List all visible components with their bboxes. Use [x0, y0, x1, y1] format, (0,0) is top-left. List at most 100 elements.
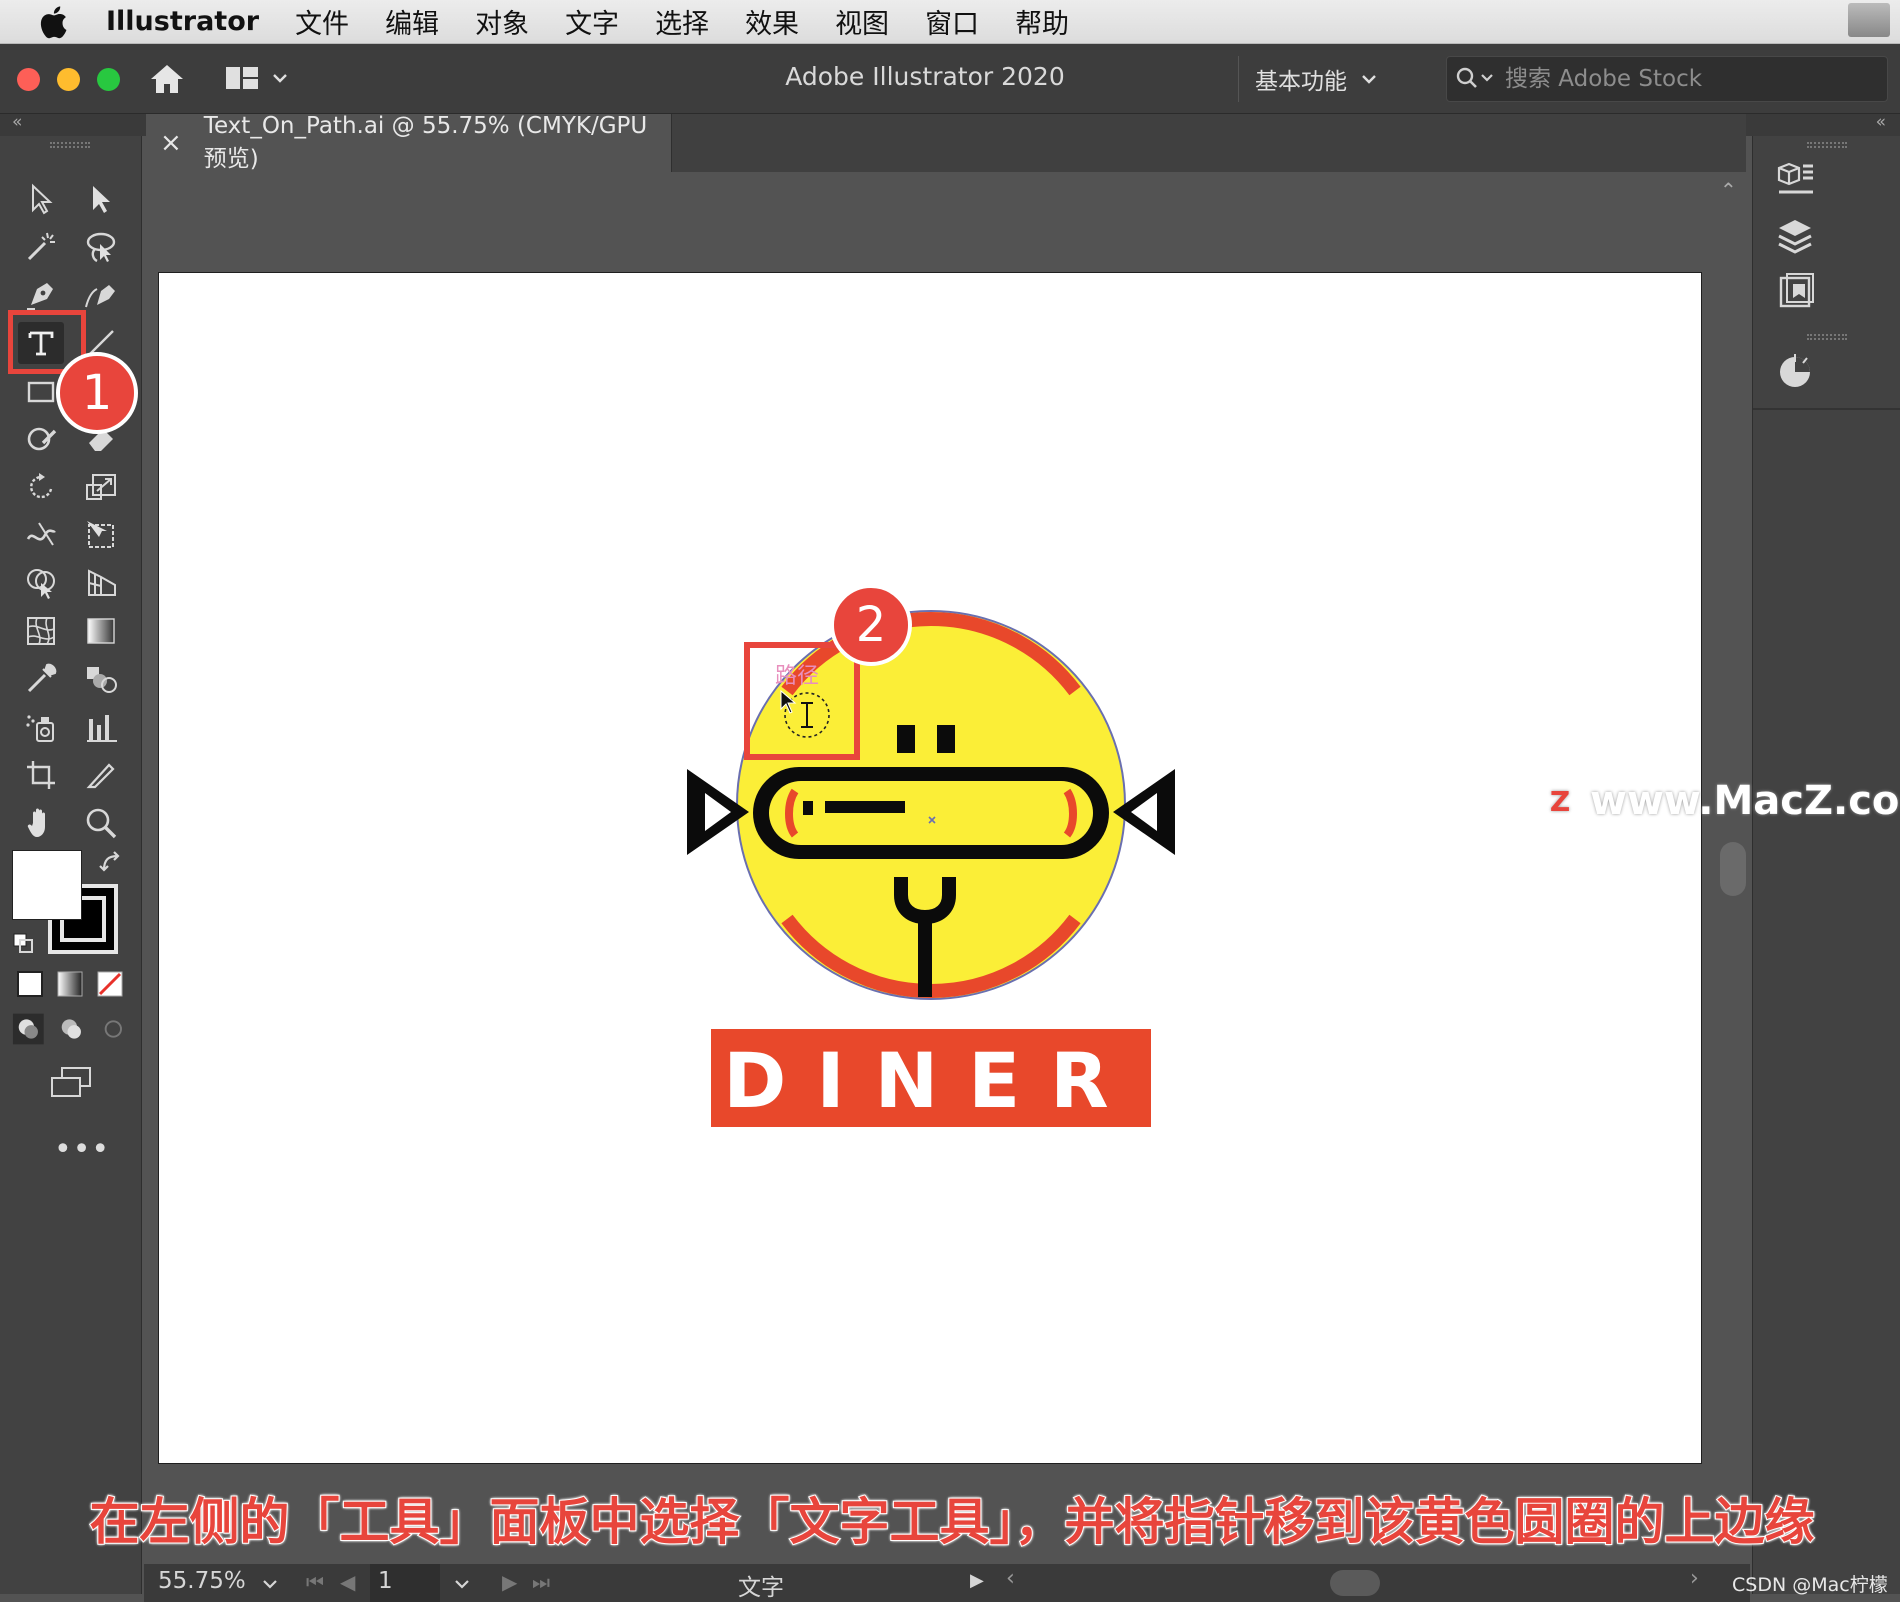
search-input[interactable] — [1505, 66, 1835, 92]
gradient-mode-icon[interactable] — [56, 970, 84, 1002]
menu-window[interactable]: 窗口 — [925, 2, 979, 41]
menubar-extra-icon[interactable] — [1848, 3, 1890, 37]
zoom-chevron-down-icon[interactable] — [262, 1578, 278, 1590]
direct-selection-tool[interactable] — [78, 178, 124, 220]
symbol-sprayer-tool[interactable] — [18, 706, 64, 748]
properties-panel-icon[interactable] — [1773, 158, 1817, 206]
home-icon[interactable] — [148, 62, 186, 100]
diner-banner-text: DINER — [723, 1036, 1138, 1125]
slice-tool[interactable] — [78, 754, 124, 796]
scale-tool[interactable] — [78, 466, 124, 508]
draw-inside-icon[interactable] — [97, 1012, 130, 1046]
free-transform-tool[interactable] — [78, 514, 124, 556]
layers-panel-icon[interactable] — [1773, 214, 1817, 262]
vertical-scrollbar-thumb[interactable] — [1720, 842, 1746, 896]
zoom-level[interactable]: 55.75% — [158, 1568, 246, 1594]
menu-file[interactable]: 文件 — [295, 2, 349, 41]
draw-normal-icon[interactable] — [12, 1012, 45, 1046]
artboard-chevron-down-icon[interactable] — [454, 1578, 470, 1590]
menu-help[interactable]: 帮助 — [1015, 2, 1069, 41]
rotate-tool[interactable] — [18, 466, 64, 508]
draw-behind-icon[interactable] — [55, 1012, 88, 1046]
collapse-right-panel-button[interactable]: « — [1876, 112, 1886, 132]
magic-wand-icon — [27, 232, 55, 261]
drawing-modes — [12, 1012, 130, 1048]
watermark-logo-icon: Z — [1540, 781, 1580, 821]
artboard-tool[interactable] — [18, 754, 64, 796]
maximize-window-button[interactable] — [97, 68, 120, 91]
scroll-up-icon[interactable]: ⌃ — [1720, 178, 1737, 202]
mesh-tool[interactable] — [18, 610, 64, 652]
shaper-icon — [27, 427, 57, 451]
eye-left — [897, 725, 915, 753]
color-mode-icon[interactable] — [16, 970, 44, 1002]
minimize-window-button[interactable] — [57, 68, 80, 91]
default-fill-stroke-icon[interactable] — [12, 932, 36, 960]
panel-grip[interactable] — [50, 142, 90, 148]
menu-object[interactable]: 对象 — [475, 2, 529, 41]
scroll-left-icon[interactable]: ‹ — [1006, 1566, 1015, 1591]
menu-app-name[interactable]: Illustrator — [106, 6, 259, 37]
warp-icon — [26, 522, 56, 546]
close-window-button[interactable] — [17, 68, 40, 91]
menu-view[interactable]: 视图 — [835, 2, 889, 41]
workspace-switcher[interactable]: 基本功能 — [1255, 62, 1415, 96]
next-artboard-icon[interactable]: ▶ — [502, 1570, 517, 1594]
tools-panel: ••• — [0, 136, 142, 1594]
panel-grip[interactable] — [1807, 334, 1847, 340]
lasso-tool[interactable] — [78, 226, 124, 268]
hand-tool[interactable] — [18, 802, 64, 844]
status-menu-arrow-icon[interactable]: ▶ — [970, 1570, 984, 1591]
arrange-documents-icon[interactable] — [224, 64, 288, 92]
apple-icon[interactable] — [38, 5, 92, 39]
first-artboard-icon[interactable]: ⏮ — [306, 1570, 324, 1594]
color-themes-icon[interactable] — [1773, 350, 1817, 398]
capsule-body — [769, 781, 1093, 845]
watermark: Z www.MacZ.com — [1540, 778, 1900, 824]
selection-tool-icon — [32, 183, 53, 215]
close-tab-button[interactable]: × — [160, 128, 182, 158]
artboard[interactable]: DINER 路径 — [158, 272, 1702, 1464]
fill-swatch[interactable] — [12, 850, 82, 920]
diner-logo-artwork[interactable]: DINER 路径 — [159, 273, 1703, 1465]
menu-select[interactable]: 选择 — [655, 2, 709, 41]
blend-icon — [87, 667, 117, 693]
magic-wand-tool[interactable] — [18, 226, 64, 268]
zoom-tool[interactable] — [78, 802, 124, 844]
document-tab[interactable]: × Text_On_Path.ai @ 55.75% (CMYK/GPU 预览) — [146, 113, 672, 172]
perspective-grid-tool[interactable] — [78, 562, 124, 604]
pen-tool-icon — [27, 283, 53, 310]
collapse-left-toolbar-button[interactable]: « — [12, 112, 22, 132]
gradient-tool[interactable] — [78, 610, 124, 652]
scroll-right-icon[interactable]: › — [1690, 1566, 1699, 1591]
selection-tool[interactable] — [18, 178, 64, 220]
menu-effect[interactable]: 效果 — [745, 2, 799, 41]
free-transform-icon — [87, 521, 114, 548]
curvature-tool-icon — [85, 285, 115, 308]
swap-fill-stroke-icon[interactable] — [98, 850, 124, 880]
column-graph-tool[interactable] — [78, 706, 124, 748]
search-icon — [1456, 67, 1493, 88]
fork-handle — [918, 915, 932, 997]
artboard-number[interactable]: 1 — [370, 1564, 440, 1602]
status-bar: 55.75% ⏮ ◀ 1 ▶ ⏭ 文字 ▶ ‹ › — [144, 1564, 1750, 1602]
warp-tool[interactable] — [18, 514, 64, 556]
blend-tool[interactable] — [78, 658, 124, 700]
previous-artboard-icon[interactable]: ◀ — [340, 1570, 355, 1594]
horizontal-scrollbar-thumb[interactable] — [1330, 1570, 1380, 1596]
symbol-sprayer-icon — [26, 715, 54, 742]
menu-edit[interactable]: 编辑 — [385, 2, 439, 41]
panel-grip[interactable] — [1807, 142, 1847, 148]
libraries-panel-icon[interactable] — [1773, 270, 1817, 318]
shaper-tool[interactable] — [18, 418, 64, 460]
shape-builder-tool[interactable] — [18, 562, 64, 604]
none-mode-icon[interactable] — [96, 970, 124, 1002]
capsule-mark-small — [803, 801, 813, 815]
menu-type[interactable]: 文字 — [565, 2, 619, 41]
edit-toolbar-icon[interactable]: ••• — [54, 1132, 110, 1167]
last-artboard-icon[interactable]: ⏭ — [532, 1570, 550, 1594]
screen: { "menubar": { "app_name": "Illustrator"… — [0, 0, 1900, 1602]
screen-mode-icon[interactable] — [48, 1066, 94, 1104]
adobe-stock-search[interactable] — [1446, 56, 1888, 102]
eyedropper-tool[interactable] — [18, 658, 64, 700]
